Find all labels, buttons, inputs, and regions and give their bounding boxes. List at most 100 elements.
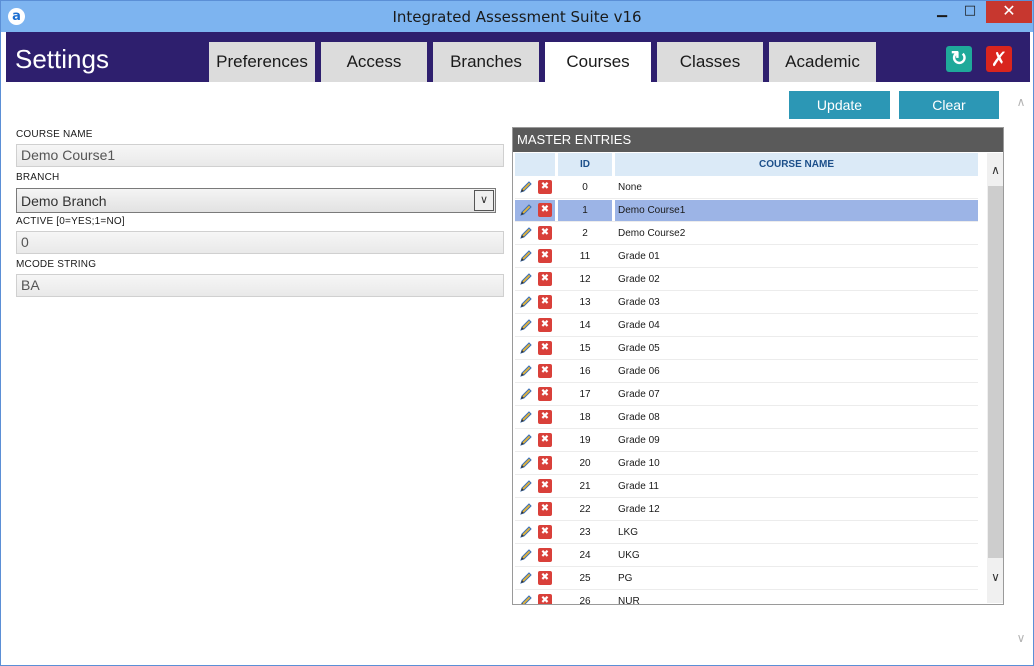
pencil-icon[interactable] (519, 203, 533, 217)
delete-icon[interactable]: ✖ (538, 433, 552, 447)
delete-icon[interactable]: ✖ (538, 525, 552, 539)
course-name-field[interactable]: Demo Course1 (16, 144, 504, 167)
delete-icon[interactable]: ✖ (538, 295, 552, 309)
pencil-icon[interactable] (519, 272, 533, 286)
delete-icon[interactable]: ✖ (538, 272, 552, 286)
pencil-icon[interactable] (519, 410, 533, 424)
close-icon[interactable]: ✗ (986, 46, 1012, 72)
pencil-icon[interactable] (519, 479, 533, 493)
delete-icon[interactable]: ✖ (538, 318, 552, 332)
table-row[interactable]: ✖ 17 Grade 07 (515, 383, 978, 406)
pencil-icon[interactable] (519, 364, 533, 378)
tab-academic[interactable]: Academic (769, 42, 876, 82)
row-course-name: Grade 11 (615, 476, 978, 497)
pencil-icon[interactable] (519, 249, 533, 263)
pencil-icon[interactable] (519, 525, 533, 539)
row-actions: ✖ (515, 292, 555, 313)
row-course-name: PG (615, 568, 978, 589)
chevron-up-icon[interactable]: ∧ (1013, 95, 1029, 109)
table-row[interactable]: ✖ 0 None (515, 176, 978, 199)
pencil-icon[interactable] (519, 594, 533, 604)
clear-button[interactable]: Clear (899, 91, 999, 119)
chevron-down-icon[interactable]: ∨ (1013, 631, 1029, 645)
pencil-icon[interactable] (519, 433, 533, 447)
pencil-icon[interactable] (519, 180, 533, 194)
row-id: 23 (558, 522, 612, 543)
settings-header: Settings Preferences Access Branches Course… (6, 32, 1030, 82)
tab-preferences[interactable]: Preferences (209, 42, 315, 82)
row-course-name: Demo Course1 (615, 200, 978, 221)
id-column-header[interactable]: ID (558, 153, 612, 176)
table-row[interactable]: ✖ 1 Demo Course1 (515, 199, 978, 222)
maximize-button[interactable]: □ (957, 1, 983, 23)
delete-icon[interactable]: ✖ (538, 479, 552, 493)
delete-icon[interactable]: ✖ (538, 364, 552, 378)
branch-select[interactable]: Demo Branch ∨ (16, 188, 496, 213)
table-row[interactable]: ✖ 22 Grade 12 (515, 498, 978, 521)
delete-icon[interactable]: ✖ (538, 203, 552, 217)
pencil-icon[interactable] (519, 387, 533, 401)
table-row[interactable]: ✖ 24 UKG (515, 544, 978, 567)
pencil-icon[interactable] (519, 341, 533, 355)
table-row[interactable]: ✖ 20 Grade 10 (515, 452, 978, 475)
branch-select-value: Demo Branch (21, 193, 107, 209)
row-id: 0 (558, 177, 612, 198)
grid-scrollbar[interactable]: ∧ ∨ (987, 153, 1003, 603)
branch-label: BRANCH (16, 172, 60, 183)
page-scrollbar[interactable]: ∧ ∨ (1013, 91, 1029, 651)
table-row[interactable]: ✖ 13 Grade 03 (515, 291, 978, 314)
table-row[interactable]: ✖ 15 Grade 05 (515, 337, 978, 360)
tab-classes[interactable]: Classes (657, 42, 763, 82)
delete-icon[interactable]: ✖ (538, 594, 552, 604)
table-row[interactable]: ✖ 11 Grade 01 (515, 245, 978, 268)
delete-icon[interactable]: ✖ (538, 410, 552, 424)
delete-icon[interactable]: ✖ (538, 226, 552, 240)
delete-icon[interactable]: ✖ (538, 548, 552, 562)
tab-access[interactable]: Access (321, 42, 427, 82)
tab-courses[interactable]: Courses (545, 42, 651, 82)
table-row[interactable]: ✖ 2 Demo Course2 (515, 222, 978, 245)
pencil-icon[interactable] (519, 295, 533, 309)
refresh-icon[interactable]: ↻ (946, 46, 972, 72)
grid-rows: ✖ 0 None ✖ 1 Demo Course1 ✖ 2 Demo Course2 ✖ 11 Gra… (515, 176, 978, 604)
delete-icon[interactable]: ✖ (538, 341, 552, 355)
chevron-down-icon[interactable]: ∨ (987, 570, 1003, 588)
pencil-icon[interactable] (519, 318, 533, 332)
pencil-icon[interactable] (519, 502, 533, 516)
pencil-icon[interactable] (519, 571, 533, 585)
delete-icon[interactable]: ✖ (538, 456, 552, 470)
table-row[interactable]: ✖ 26 NUR (515, 590, 978, 604)
table-row[interactable]: ✖ 16 Grade 06 (515, 360, 978, 383)
delete-icon[interactable]: ✖ (538, 387, 552, 401)
table-row[interactable]: ✖ 23 LKG (515, 521, 978, 544)
table-row[interactable]: ✖ 21 Grade 11 (515, 475, 978, 498)
panel-title: MASTER ENTRIES (513, 128, 1003, 152)
chevron-down-icon[interactable]: ∨ (474, 190, 494, 211)
scrollbar-thumb[interactable] (988, 186, 1003, 558)
window-close-button[interactable]: ✕ (986, 1, 1032, 23)
chevron-up-icon[interactable]: ∧ (987, 163, 1003, 181)
pencil-icon[interactable] (519, 548, 533, 562)
pencil-icon[interactable] (519, 456, 533, 470)
delete-icon[interactable]: ✖ (538, 180, 552, 194)
update-button[interactable]: Update (789, 91, 890, 119)
tab-branches[interactable]: Branches (433, 42, 539, 82)
mcode-field[interactable]: BA (16, 274, 504, 297)
title-bar[interactable]: a Integrated Assessment Suite v16 ▁ □ ✕ (1, 1, 1033, 32)
delete-icon[interactable]: ✖ (538, 502, 552, 516)
minimize-button[interactable]: ▁ (929, 1, 955, 23)
table-row[interactable]: ✖ 14 Grade 04 (515, 314, 978, 337)
active-field[interactable]: 0 (16, 231, 504, 254)
row-course-name: Demo Course2 (615, 223, 978, 244)
row-actions: ✖ (515, 453, 555, 474)
table-row[interactable]: ✖ 25 PG (515, 567, 978, 590)
table-row[interactable]: ✖ 19 Grade 09 (515, 429, 978, 452)
pencil-icon[interactable] (519, 226, 533, 240)
delete-icon[interactable]: ✖ (538, 571, 552, 585)
row-id: 14 (558, 315, 612, 336)
table-row[interactable]: ✖ 12 Grade 02 (515, 268, 978, 291)
course-name-column-header[interactable]: COURSE NAME (615, 153, 978, 176)
delete-icon[interactable]: ✖ (538, 249, 552, 263)
table-row[interactable]: ✖ 18 Grade 08 (515, 406, 978, 429)
row-id: 26 (558, 591, 612, 604)
